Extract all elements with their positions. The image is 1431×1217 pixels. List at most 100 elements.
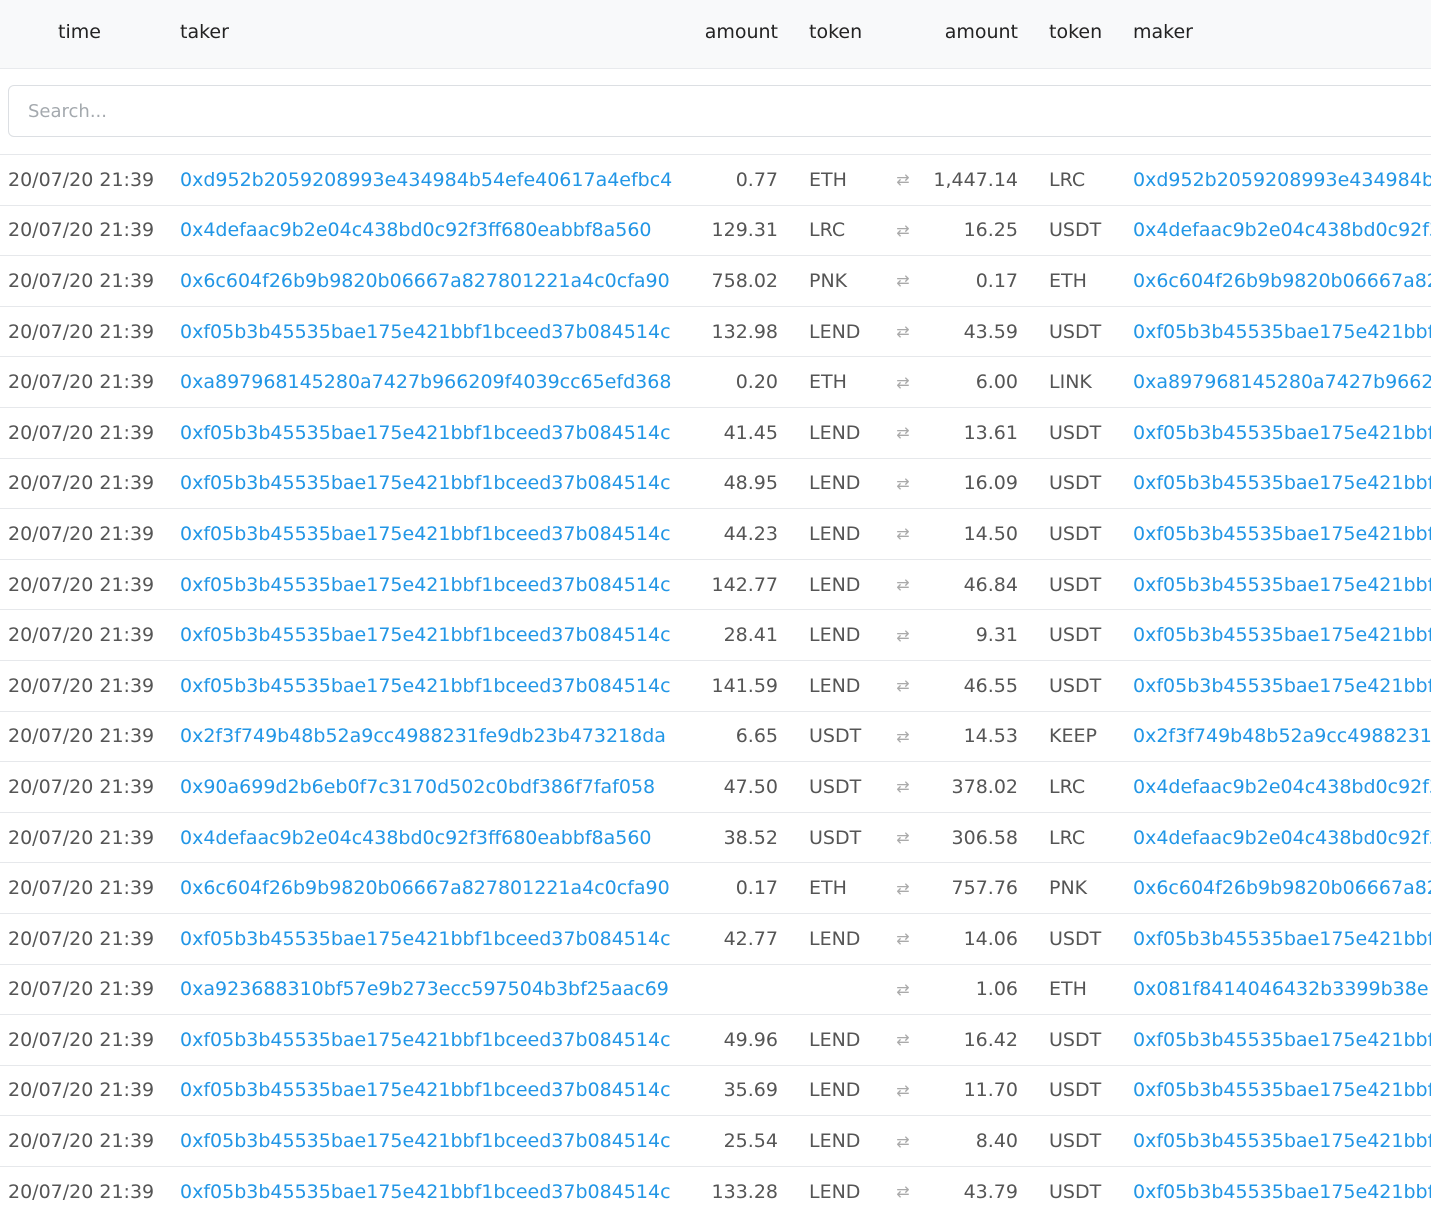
maker-address-link[interactable]: 0x6c604f26b9b9820b06667a827801221a4c0cfa… xyxy=(1133,863,1431,913)
taker-address-link[interactable]: 0xa897968145280a7427b966209f4039cc65efd3… xyxy=(180,357,700,407)
swap-arrows-icon: ⇄ xyxy=(896,1182,910,1202)
taker-address-link[interactable]: 0xf05b3b45535bae175e421bbf1bceed37b08451… xyxy=(180,914,700,964)
swap-arrows-icon: ⇄ xyxy=(896,777,910,797)
amount-out: 16.25 xyxy=(963,219,1018,242)
table-row: 20/07/20 21:39 0xf05b3b45535bae175e421bbf… xyxy=(0,659,1431,711)
taker-address-link[interactable]: 0x4defaac9b2e04c438bd0c92f3ff680eabbf8a5… xyxy=(180,813,700,863)
maker-address-link[interactable]: 0xf05b3b45535bae175e421bbf1bceed37b08451… xyxy=(1133,610,1431,660)
token-in: LEND xyxy=(809,320,861,343)
maker-address-link[interactable]: 0xf05b3b45535bae175e421bbf1bceed37b08451… xyxy=(1133,661,1431,711)
taker-address-link[interactable]: 0xf05b3b45535bae175e421bbf1bceed37b08451… xyxy=(180,661,700,711)
maker-address-link[interactable]: 0xd952b2059208993e434984b54efe40617a4efb… xyxy=(1133,155,1431,205)
amount-out: 13.61 xyxy=(963,421,1018,444)
token-in: LEND xyxy=(809,472,861,495)
table-row: 20/07/20 21:39 0xf05b3b45535bae175e421bbf… xyxy=(0,1115,1431,1166)
table-row: 20/07/20 21:39 0xf05b3b45535bae175e421bbf… xyxy=(0,609,1431,660)
taker-address-link[interactable]: 0xd952b2059208993e434984b54efe40617a4efb… xyxy=(180,155,700,205)
amount-in: 142.77 xyxy=(711,573,778,596)
table-row: 20/07/20 21:39 0x2f3f749b48b52a9cc4988231… xyxy=(0,710,1431,762)
amount-in: 6.65 xyxy=(735,725,778,748)
taker-address-link[interactable]: 0xf05b3b45535bae175e421bbf1bceed37b08451… xyxy=(180,1116,700,1166)
swap-arrows-icon: ⇄ xyxy=(896,473,910,493)
trade-time: 20/07/20 21:39 xyxy=(8,1079,155,1102)
taker-address-link[interactable]: 0x4defaac9b2e04c438bd0c92f3ff680eabbf8a5… xyxy=(180,206,700,256)
swap-arrows-icon: ⇄ xyxy=(896,220,910,240)
header-taker[interactable]: taker xyxy=(180,0,229,64)
taker-address-link[interactable]: 0xf05b3b45535bae175e421bbf1bceed37b08451… xyxy=(180,1167,700,1217)
maker-address-link[interactable]: 0xf05b3b45535bae175e421bbf1bceed37b08451… xyxy=(1133,307,1431,357)
maker-address-link[interactable]: 0xf05b3b45535bae175e421bbf1bceed37b08451… xyxy=(1133,1015,1431,1065)
taker-address-link[interactable]: 0xf05b3b45535bae175e421bbf1bceed37b08451… xyxy=(180,459,700,509)
token-in: LEND xyxy=(809,522,861,545)
amount-in: 141.59 xyxy=(711,674,778,697)
taker-address-link[interactable]: 0xf05b3b45535bae175e421bbf1bceed37b08451… xyxy=(180,408,700,458)
token-in: ETH xyxy=(809,168,847,191)
maker-address-link[interactable]: 0xf05b3b45535bae175e421bbf1bceed37b08451… xyxy=(1133,509,1431,559)
header-maker[interactable]: maker xyxy=(1133,0,1193,64)
maker-address-link[interactable]: 0xf05b3b45535bae175e421bbf1bceed37b08451… xyxy=(1133,1066,1431,1116)
trade-time: 20/07/20 21:39 xyxy=(8,877,155,900)
token-out: KEEP xyxy=(1049,725,1097,748)
taker-address-link[interactable]: 0xf05b3b45535bae175e421bbf1bceed37b08451… xyxy=(180,509,700,559)
header-amount-out[interactable]: amount xyxy=(920,0,1018,64)
amount-out: 0.17 xyxy=(975,269,1018,292)
taker-address-link[interactable]: 0xf05b3b45535bae175e421bbf1bceed37b08451… xyxy=(180,610,700,660)
maker-address-link[interactable]: 0xf05b3b45535bae175e421bbf1bceed37b08451… xyxy=(1133,914,1431,964)
table-row: 20/07/20 21:39 0xf05b3b45535bae175e421bbf… xyxy=(0,406,1431,458)
maker-address-link[interactable]: 0x4defaac9b2e04c438bd0c92f3ff680eabbf8a5… xyxy=(1133,762,1431,812)
trade-time: 20/07/20 21:39 xyxy=(8,1028,155,1051)
amount-in: 132.98 xyxy=(711,320,778,343)
swap-arrows-icon: ⇄ xyxy=(896,929,910,949)
taker-address-link[interactable]: 0xf05b3b45535bae175e421bbf1bceed37b08451… xyxy=(180,307,700,357)
table-row: 20/07/20 21:39 0x6c604f26b9b9820b06667a82… xyxy=(0,862,1431,913)
maker-address-link[interactable]: 0xf05b3b45535bae175e421bbf1bceed37b08451… xyxy=(1133,408,1431,458)
search-input[interactable] xyxy=(8,85,1431,137)
maker-address-link[interactable]: 0x2f3f749b48b52a9cc4988231fe9db23b473218… xyxy=(1133,712,1431,762)
token-in xyxy=(809,965,889,1015)
amount-out: 46.84 xyxy=(963,573,1018,596)
taker-address-link[interactable]: 0xf05b3b45535bae175e421bbf1bceed37b08451… xyxy=(180,560,700,610)
taker-address-link[interactable]: 0x90a699d2b6eb0f7c3170d502c0bdf386f7faf0… xyxy=(180,762,700,812)
maker-address-link[interactable]: 0x6c604f26b9b9820b06667a827801221a4c0cfa… xyxy=(1133,256,1431,306)
taker-address-link[interactable]: 0xa923688310bf57e9b273ecc597504b3bf25aac… xyxy=(180,965,700,1015)
amount-out: 6.00 xyxy=(975,371,1018,394)
token-out: USDT xyxy=(1049,1180,1102,1203)
table-row: 20/07/20 21:39 0xf05b3b45535bae175e421bbf… xyxy=(0,508,1431,559)
taker-address-link[interactable]: 0x6c604f26b9b9820b06667a827801221a4c0cfa… xyxy=(180,256,700,306)
table-row: 20/07/20 21:39 0xa923688310bf57e9b273ecc5… xyxy=(0,963,1431,1015)
swap-arrows-icon: ⇄ xyxy=(896,271,910,291)
header-amount-in[interactable]: amount xyxy=(690,0,778,64)
token-out: USDT xyxy=(1049,624,1102,647)
maker-address-link[interactable]: 0xf05b3b45535bae175e421bbf1bceed37b08451… xyxy=(1133,459,1431,509)
token-out: USDT xyxy=(1049,320,1102,343)
token-in: LEND xyxy=(809,573,861,596)
maker-address-link[interactable]: 0xa897968145280a7427b966209f4039cc65efd3… xyxy=(1133,357,1431,407)
maker-address-link[interactable]: 0x4defaac9b2e04c438bd0c92f3ff680eabbf8a5… xyxy=(1133,206,1431,256)
amount-in: 41.45 xyxy=(723,421,778,444)
maker-address-link[interactable]: 0x4defaac9b2e04c438bd0c92f3ff680eabbf8a5… xyxy=(1133,813,1431,863)
taker-address-link[interactable]: 0x2f3f749b48b52a9cc4988231fe9db23b473218… xyxy=(180,712,700,762)
table-row: 20/07/20 21:39 0xf05b3b45535bae175e421bbf… xyxy=(0,1064,1431,1116)
table-row: 20/07/20 21:39 0xf05b3b45535bae175e421bbf… xyxy=(0,558,1431,610)
amount-in: 49.96 xyxy=(723,1028,778,1051)
trade-time: 20/07/20 21:39 xyxy=(8,472,155,495)
maker-address-link[interactable]: 0xf05b3b45535bae175e421bbf1bceed37b08451… xyxy=(1133,560,1431,610)
swap-arrows-icon: ⇄ xyxy=(896,170,910,190)
amount-in: 48.95 xyxy=(723,472,778,495)
token-in: ETH xyxy=(809,371,847,394)
amount-out: 14.53 xyxy=(963,725,1018,748)
taker-address-link[interactable]: 0xf05b3b45535bae175e421bbf1bceed37b08451… xyxy=(180,1066,700,1116)
trade-time: 20/07/20 21:39 xyxy=(8,826,155,849)
taker-address-link[interactable]: 0x6c604f26b9b9820b06667a827801221a4c0cfa… xyxy=(180,863,700,913)
header-token-out[interactable]: token xyxy=(1049,0,1102,64)
table-row: 20/07/20 21:39 0xf05b3b45535bae175e421bbf… xyxy=(0,1014,1431,1065)
header-time[interactable]: time xyxy=(58,0,101,64)
amount-out: 757.76 xyxy=(951,877,1018,900)
maker-address-link[interactable]: 0xf05b3b45535bae175e421bbf1bceed37b08451… xyxy=(1133,1167,1431,1217)
maker-address-link[interactable]: 0x081f8414046432b3399b38e xyxy=(1133,965,1431,1015)
trades-table-body: 20/07/20 21:39 0xd952b2059208993e434984b5… xyxy=(0,154,1431,1216)
trade-time: 20/07/20 21:39 xyxy=(8,1130,155,1153)
maker-address-link[interactable]: 0xf05b3b45535bae175e421bbf1bceed37b08451… xyxy=(1133,1116,1431,1166)
header-token-in[interactable]: token xyxy=(809,0,862,64)
taker-address-link[interactable]: 0xf05b3b45535bae175e421bbf1bceed37b08451… xyxy=(180,1015,700,1065)
